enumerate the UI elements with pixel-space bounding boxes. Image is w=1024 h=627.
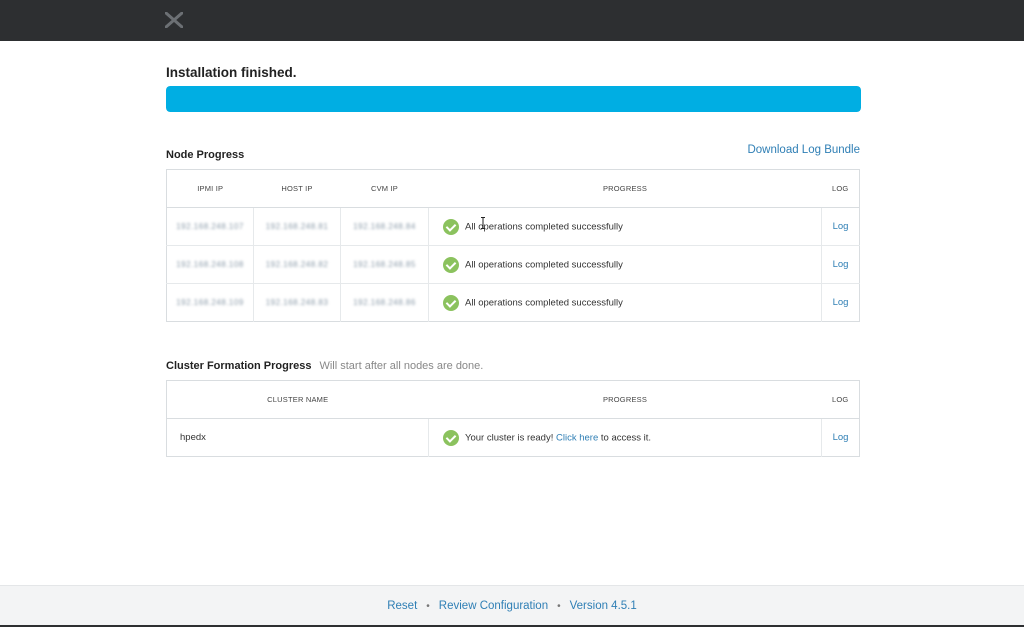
download-log-bundle-link[interactable]: Download Log Bundle bbox=[747, 144, 860, 156]
host-ip-cell: 192.168.248.81 bbox=[253, 207, 341, 246]
top-bar bbox=[0, 0, 1024, 41]
column-header-progress: PROGRESS bbox=[428, 380, 822, 419]
progress-text: All operations completed successfully bbox=[465, 259, 623, 270]
column-header-cvm-ip: CVM IP bbox=[340, 169, 429, 208]
cvm-ip-cell: 192.168.248.85 bbox=[340, 245, 429, 284]
column-header-log: LOG bbox=[821, 380, 860, 419]
installation-status-title: Installation finished. bbox=[166, 65, 297, 80]
success-check-icon bbox=[443, 256, 459, 273]
progress-cell: All operations completed successfully bbox=[428, 207, 822, 246]
table-row: hpedx Your cluster is ready! Click here … bbox=[166, 418, 860, 457]
column-header-log: LOG bbox=[821, 169, 860, 208]
log-cell: Log bbox=[822, 419, 860, 457]
host-ip-cell: 192.168.248.83 bbox=[253, 283, 341, 322]
progress-text: All operations completed successfully bbox=[465, 297, 623, 308]
progress-cell: All operations completed successfully bbox=[428, 283, 822, 322]
footer-separator: • bbox=[426, 601, 430, 612]
node-log-link[interactable]: Log bbox=[833, 297, 849, 308]
log-cell: Log bbox=[822, 284, 860, 322]
cvm-ip-cell: 192.168.248.86 bbox=[340, 283, 429, 322]
column-header-progress: PROGRESS bbox=[428, 169, 822, 208]
table-header-row: IPMI IP HOST IP CVM IP PROGRESS LOG bbox=[166, 169, 860, 208]
ipmi-ip-cell: 192.168.248.109 bbox=[166, 283, 254, 322]
review-configuration-link[interactable]: Review Configuration bbox=[439, 600, 548, 612]
table-row: 192.168.248.109 192.168.248.83 192.168.2… bbox=[166, 283, 860, 322]
reset-link[interactable]: Reset bbox=[387, 600, 417, 612]
host-ip-cell: 192.168.248.82 bbox=[253, 245, 341, 284]
success-check-icon bbox=[443, 429, 459, 446]
x-logo-icon bbox=[165, 12, 183, 28]
installation-progress-bar bbox=[166, 86, 861, 112]
table-row: 192.168.248.107 192.168.248.81 192.168.2… bbox=[166, 207, 860, 246]
node-log-link[interactable]: Log bbox=[833, 221, 849, 232]
node-progress-table: IPMI IP HOST IP CVM IP PROGRESS LOG 192.… bbox=[166, 169, 860, 322]
cluster-progress-table: CLUSTER NAME PROGRESS LOG hpedx Your clu… bbox=[166, 380, 860, 457]
cluster-ready-text: Your cluster is ready! Click here to acc… bbox=[465, 432, 652, 443]
table-header-row: CLUSTER NAME PROGRESS LOG bbox=[166, 380, 860, 419]
column-header-host-ip: HOST IP bbox=[253, 169, 341, 208]
log-cell: Log bbox=[821, 245, 860, 284]
footer: Reset • Review Configuration • Version 4.5.1 bbox=[0, 585, 1024, 625]
text-cursor-icon bbox=[481, 217, 485, 229]
footer-separator: • bbox=[557, 601, 561, 612]
cluster-progress-title: Cluster Formation Progress bbox=[166, 360, 312, 372]
column-header-ipmi-ip: IPMI IP bbox=[166, 169, 254, 208]
log-cell: Log bbox=[821, 207, 860, 246]
success-check-icon bbox=[443, 218, 459, 235]
cluster-log-link[interactable]: Log bbox=[833, 432, 849, 443]
node-progress-title: Node Progress bbox=[166, 149, 245, 161]
progress-text: All operations completed successfully bbox=[465, 221, 623, 232]
ipmi-ip-cell: 192.168.248.107 bbox=[166, 207, 254, 246]
column-header-cluster-name: CLUSTER NAME bbox=[166, 380, 429, 419]
progress-cell: Your cluster is ready! Click here to acc… bbox=[428, 418, 822, 457]
progress-fill bbox=[166, 86, 861, 112]
node-progress-header: Node Progress Download Log Bundle bbox=[166, 144, 860, 163]
success-check-icon bbox=[443, 294, 459, 311]
version-link[interactable]: Version 4.5.1 bbox=[570, 600, 637, 612]
progress-cell: All operations completed successfully bbox=[428, 245, 822, 284]
cluster-access-link[interactable]: Click here bbox=[556, 432, 598, 443]
cvm-ip-cell: 192.168.248.84 bbox=[340, 207, 429, 246]
node-log-link[interactable]: Log bbox=[833, 259, 849, 270]
cluster-name-cell: hpedx bbox=[166, 418, 429, 457]
cluster-progress-subtitle: Will start after all nodes are done. bbox=[319, 360, 484, 372]
cluster-progress-header: Cluster Formation Progress Will start aft… bbox=[166, 356, 483, 374]
table-row: 192.168.248.108 192.168.248.82 192.168.2… bbox=[166, 245, 860, 284]
ipmi-ip-cell: 192.168.248.108 bbox=[166, 245, 254, 284]
